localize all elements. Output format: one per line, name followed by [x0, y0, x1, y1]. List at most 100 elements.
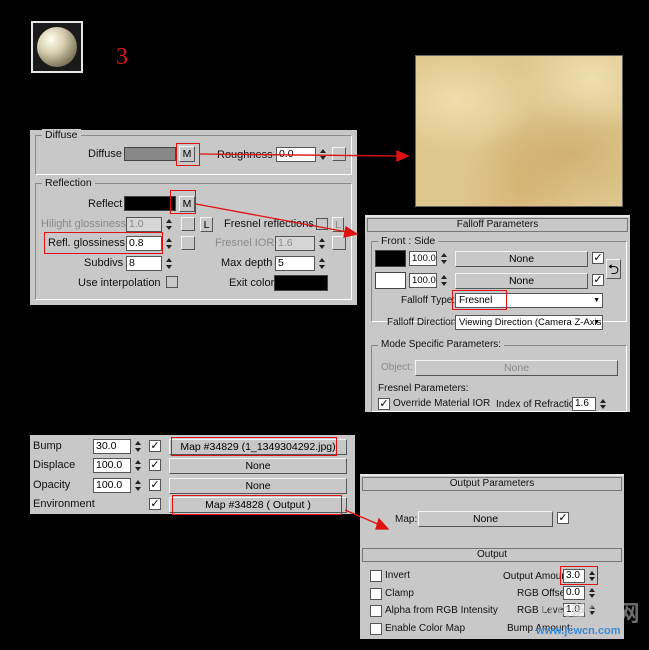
- refl-glossiness-spinner[interactable]: [164, 236, 174, 251]
- override-ior-label: Override Material IOR: [393, 398, 491, 409]
- map-row-map-button[interactable]: None: [169, 478, 347, 494]
- mode-specific-label: Mode Specific Parameters:: [378, 339, 505, 350]
- hilight-glossiness-map-button[interactable]: [181, 217, 195, 231]
- map-row-checkbox[interactable]: ✓: [149, 498, 161, 510]
- maps-panel: Bump 30.0 ✓ Map #34829 (1_1349304292.jpg) Di…: [30, 435, 355, 515]
- hilight-glossiness-input[interactable]: 1.0: [126, 217, 162, 232]
- falloff-direction-select[interactable]: Viewing Direction (Camera Z-Axis): [455, 315, 603, 330]
- map-row: Environment ✓ Map #34828 ( Output ): [30, 495, 355, 515]
- fresnel-ior-input[interactable]: 1.6: [275, 236, 315, 251]
- map-row-amount-input[interactable]: 100.0: [93, 458, 131, 473]
- clamp-label: Clamp: [385, 588, 414, 599]
- map-row-highlight: [171, 437, 337, 456]
- use-interpolation-checkbox[interactable]: [166, 276, 178, 288]
- map-row-label: Bump: [33, 440, 62, 452]
- output-params-title[interactable]: Output Parameters: [362, 477, 622, 491]
- watermark-brand: PS教程网: [540, 601, 641, 626]
- side-amount-input[interactable]: 100.0: [409, 273, 437, 288]
- max-depth-input[interactable]: 5: [275, 256, 315, 271]
- side-map-button[interactable]: None: [455, 273, 588, 289]
- alpha-rgb-checkbox[interactable]: [370, 605, 382, 617]
- map-row-amount-spinner[interactable]: [133, 458, 143, 473]
- fresnel-ior-label: Fresnel IOR: [215, 237, 275, 249]
- map-row: Bump 30.0 ✓ Map #34829 (1_1349304292.jpg): [30, 437, 355, 456]
- output-amount-highlight: [560, 566, 598, 585]
- side-color-swatch[interactable]: [375, 272, 406, 289]
- fresnel-ior-map-button[interactable]: [332, 236, 346, 250]
- output-map-checkbox[interactable]: ✓: [557, 512, 569, 524]
- exit-color-swatch[interactable]: [274, 275, 328, 291]
- map-row-label: Opacity: [33, 479, 71, 491]
- diffuse-label: Diffuse: [88, 148, 123, 160]
- fresnel-reflections-checkbox[interactable]: [316, 218, 328, 230]
- map-row-amount-spinner[interactable]: [133, 478, 143, 493]
- vray-material-panel: Diffuse Diffuse M Roughness 0.0 Reflecti…: [30, 129, 357, 305]
- fresnel-lock-button[interactable]: L: [332, 217, 344, 232]
- reflect-label: Reflect: [88, 198, 123, 210]
- texture-preview: [415, 55, 623, 207]
- front-map-button[interactable]: None: [455, 251, 588, 267]
- diffuse-map-highlight: [176, 143, 200, 166]
- index-refraction-input[interactable]: 1.6: [572, 397, 596, 411]
- hilight-glossiness-label: Hilight glossiness: [41, 218, 126, 230]
- map-row-amount-spinner[interactable]: [133, 439, 143, 454]
- max-depth-spinner[interactable]: [317, 256, 327, 271]
- hilight-lock-button[interactable]: L: [200, 217, 213, 232]
- roughness-spinner[interactable]: [318, 147, 328, 162]
- fresnel-ior-spinner[interactable]: [317, 236, 327, 251]
- map-row-map-button[interactable]: None: [169, 458, 347, 474]
- object-picker-button[interactable]: None: [415, 360, 618, 376]
- override-ior-checkbox[interactable]: ✓: [378, 398, 390, 410]
- subdivs-input[interactable]: 8: [126, 256, 162, 271]
- map-row-checkbox[interactable]: ✓: [149, 459, 161, 471]
- refl-glossiness-highlight: [44, 232, 163, 254]
- roughness-input[interactable]: 0.0: [276, 147, 316, 162]
- roughness-label: Roughness: [217, 149, 273, 161]
- invert-label: Invert: [385, 570, 411, 581]
- output-params-rollout-bar: [360, 474, 624, 476]
- map-row-checkbox[interactable]: ✓: [149, 440, 161, 452]
- front-side-label: Front : Side: [378, 235, 439, 247]
- side-map-checkbox[interactable]: ✓: [592, 274, 604, 286]
- roughness-map-button[interactable]: [332, 147, 346, 161]
- enable-color-map-label: Enable Color Map: [385, 623, 466, 634]
- fresnel-params-label: Fresnel Parameters:: [378, 383, 469, 394]
- index-refraction-spinner[interactable]: [598, 397, 608, 411]
- index-refraction-label: Index of Refraction: [496, 399, 580, 410]
- falloff-panel: Falloff Parameters Front : Side 100.0 No…: [365, 215, 630, 412]
- exit-color-label: Exit color: [229, 277, 275, 289]
- invert-checkbox[interactable]: [370, 570, 382, 582]
- reflection-group-title: Reflection: [42, 177, 95, 189]
- map-row-checkbox[interactable]: ✓: [149, 479, 161, 491]
- front-color-swatch[interactable]: [375, 250, 406, 267]
- map-row: Displace 100.0 ✓ None: [30, 457, 355, 475]
- front-amount-input[interactable]: 100.0: [409, 251, 437, 266]
- subdivs-label: Subdivs: [84, 257, 124, 269]
- reflect-map-highlight: [170, 190, 196, 214]
- enable-color-map-checkbox[interactable]: [370, 623, 382, 635]
- subdivs-spinner[interactable]: [164, 256, 174, 271]
- max-depth-label: Max depth: [221, 257, 273, 269]
- alpha-rgb-label: Alpha from RGB Intensity: [385, 605, 498, 616]
- output-map-label: Map:: [395, 514, 418, 525]
- map-row-amount-input[interactable]: 30.0: [93, 439, 131, 454]
- map-row-label: Displace: [33, 459, 76, 471]
- reflect-color-swatch[interactable]: [124, 196, 176, 211]
- map-row-label: Environment: [33, 498, 95, 510]
- refl-glossiness-map-button[interactable]: [181, 236, 195, 250]
- hilight-glossiness-spinner[interactable]: [164, 217, 174, 232]
- falloff-title[interactable]: Falloff Parameters: [367, 218, 628, 232]
- material-preview-icon: [31, 21, 83, 73]
- swap-colors-button[interactable]: ⮌: [606, 259, 621, 279]
- side-amount-spinner[interactable]: [439, 273, 449, 288]
- diffuse-color-swatch[interactable]: [124, 147, 176, 161]
- output-map-button[interactable]: None: [418, 511, 553, 527]
- front-map-checkbox[interactable]: ✓: [592, 252, 604, 264]
- front-amount-spinner[interactable]: [439, 251, 449, 266]
- map-row-amount-input[interactable]: 100.0: [93, 478, 131, 493]
- arrow-diffuse-head: [396, 149, 410, 163]
- clamp-checkbox[interactable]: [370, 588, 382, 600]
- output-title[interactable]: Output: [362, 548, 622, 562]
- diffuse-group-title: Diffuse: [42, 129, 81, 141]
- object-label: Object:: [381, 362, 413, 373]
